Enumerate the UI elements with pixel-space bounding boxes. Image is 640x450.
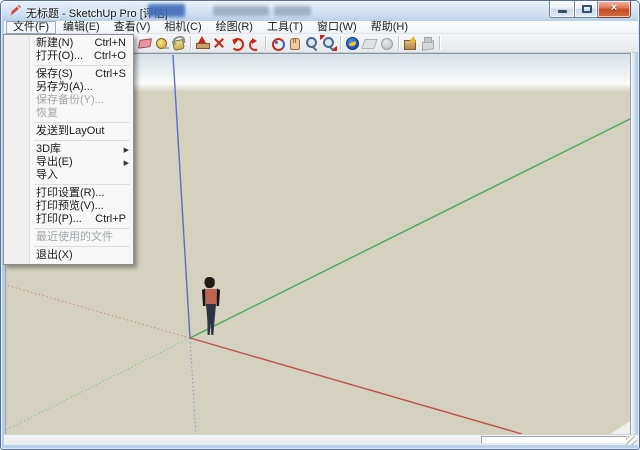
rotate-icon[interactable] [228,35,245,51]
window-title: 无标题 - SketchUp Pro [评估] [26,5,168,21]
menu-item-export[interactable]: 导出(E) ▶ [5,156,132,169]
push-pull-icon[interactable] [194,35,211,51]
tape-measure-icon[interactable] [153,35,170,51]
blurred-text-block [274,6,311,16]
menubar-item-tools[interactable]: 工具(T) [260,21,310,34]
pan-icon[interactable] [286,35,303,51]
minimize-button[interactable] [549,1,574,18]
offset-icon[interactable] [245,35,262,51]
orbit-icon[interactable] [269,35,286,51]
zoom-icon[interactable] [303,35,320,51]
sketchup-window: 无标题 - SketchUp Pro [评估] × 文件(F) 编辑(E) 查看… [0,0,640,450]
google-earth-icon[interactable] [344,35,361,51]
menubar-item-help[interactable]: 帮助(H) [364,21,415,34]
canvas-corner-wedge [610,420,632,434]
menubar-item-file[interactable]: 文件(F) [6,21,56,34]
menu-item-revert: 恢复 [5,107,132,120]
blurred-text-block [213,6,269,16]
toolbar-separator [439,36,440,50]
toggle-terrain-icon[interactable] [378,35,395,51]
menu-separator [34,140,130,141]
paint-bucket-icon[interactable] [170,35,187,51]
move-icon[interactable] [211,35,228,51]
menu-bar: 文件(F) 编辑(E) 查看(V) 相机(C) 绘图(R) 工具(T) 窗口(W… [4,21,638,34]
toolbar-separator [340,36,341,50]
window-right-frame [630,53,636,434]
title-bar: 无标题 - SketchUp Pro [评估] × [1,1,639,21]
3d-warehouse-icon[interactable] [402,35,419,51]
menu-item-new[interactable]: 新建(N) Ctrl+N [5,37,132,50]
maximize-button[interactable] [574,1,598,18]
menu-item-3d-warehouse[interactable]: 3D库 ▶ [5,143,132,156]
menubar-item-window[interactable]: 窗口(W) [310,21,364,34]
file-menu: 新建(N) Ctrl+N 打开(O)... Ctrl+O 保存(S) Ctrl+… [3,34,134,265]
menu-item-print-preview[interactable]: 打印预览(V)... [5,200,132,213]
blurred-text-block [148,4,185,17]
measurement-input[interactable] [481,436,627,444]
menubar-item-edit[interactable]: 编辑(E) [56,21,107,34]
toolbar-separator [190,36,191,50]
menu-item-send-to-layout[interactable]: 发送到LayOut [5,125,132,138]
status-bar [4,434,638,445]
menu-item-save-backup: 保存备份(Y)... [5,94,132,107]
menu-item-recent-files: 最近使用的文件 [5,231,132,244]
menu-item-print-setup[interactable]: 打印设置(R)... [5,187,132,200]
menu-item-print[interactable]: 打印(P)... Ctrl+P [5,213,132,226]
menu-separator [34,228,130,229]
eraser-icon[interactable] [136,35,153,51]
zoom-extents-icon[interactable] [320,35,337,51]
share-model-icon[interactable] [419,35,436,51]
menu-separator [34,184,130,185]
menu-item-open[interactable]: 打开(O)... Ctrl+O [5,50,132,63]
person-figure[interactable] [199,276,221,338]
toolbar-separator [398,36,399,50]
menu-item-save-as[interactable]: 另存为(A)... [5,81,132,94]
close-icon: × [611,2,617,14]
menu-item-exit[interactable]: 退出(X) [5,249,132,262]
menu-item-import[interactable]: 导入 [5,169,132,182]
menu-separator [34,65,130,66]
menu-separator [34,246,130,247]
resize-grip-icon[interactable] [626,436,637,445]
menu-item-save[interactable]: 保存(S) Ctrl+S [5,68,132,81]
menubar-item-camera[interactable]: 相机(C) [157,21,208,34]
toolbar-separator [265,36,266,50]
menubar-item-draw[interactable]: 绘图(R) [209,21,260,34]
menubar-item-view[interactable]: 查看(V) [107,21,158,34]
maximize-icon [582,5,592,13]
close-button[interactable]: × [598,1,631,18]
photo-textures-icon[interactable] [361,35,378,51]
sketchup-app-icon [8,4,22,18]
menu-separator [34,122,130,123]
window-controls: × [549,1,631,18]
minimize-icon [558,10,567,13]
